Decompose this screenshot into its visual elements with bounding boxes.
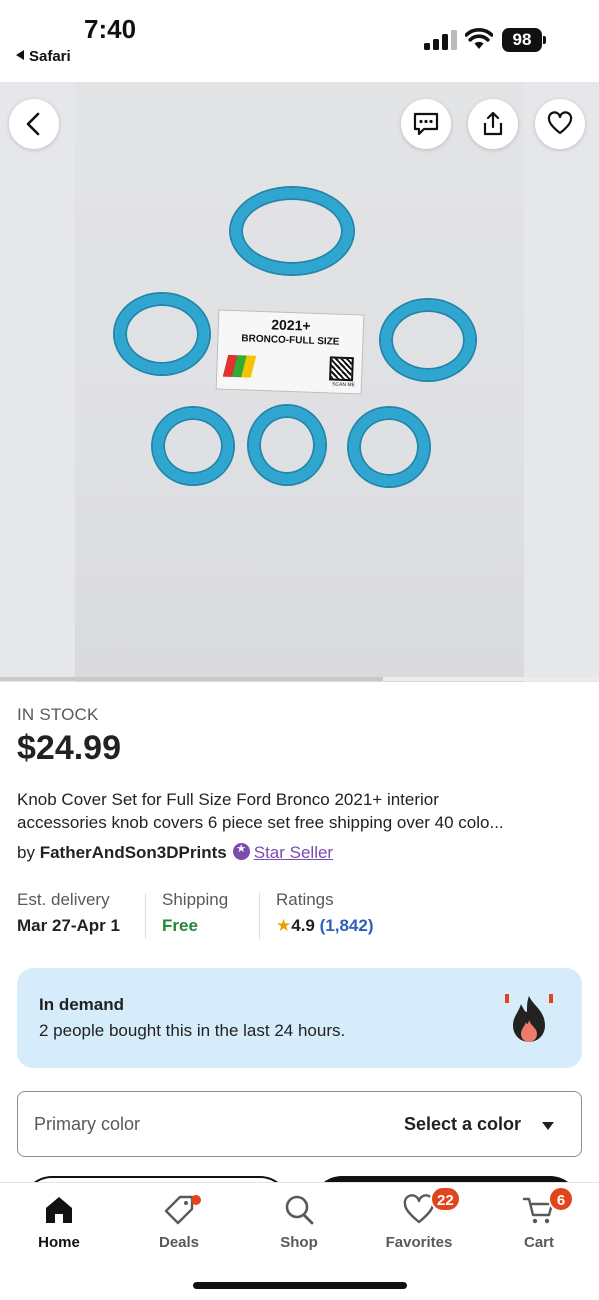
tab-label: Cart [523,1234,554,1251]
delivery-label: Est. delivery [17,890,110,909]
knob-ring [249,406,325,484]
tab-home[interactable]: Home [4,1183,114,1263]
label-card-name: BRONCO-FULL SIZE [241,333,340,348]
label-card-logo [222,354,257,378]
home-indicator [193,1282,407,1289]
shipping-label: Shipping [162,890,229,909]
knob-ring [381,300,475,380]
deals-notification-dot [191,1195,201,1205]
message-icon [413,112,439,136]
knob-ring-large [231,188,353,274]
qr-code-icon [329,356,354,382]
ratings-value-row[interactable]: ★4.9 (1,842) [276,916,374,936]
cellular-signal-icon [424,30,457,50]
back-to-app-link[interactable]: Safari [16,48,71,65]
battery-level: 98 [502,28,542,52]
back-button[interactable] [9,99,59,149]
back-chevron-icon [26,112,40,136]
fire-icon [505,994,553,1042]
heart-icon [547,111,573,135]
divider [259,893,260,939]
knob-ring [153,408,233,484]
rating-star-icon: ★ [276,916,292,935]
delivery-value: Mar 27-Apr 1 [17,916,120,935]
in-demand-banner: In demand 2 people bought this in the la… [17,968,582,1068]
knob-ring [349,408,429,486]
product-image-gallery[interactable]: 2021+ BRONCO-FULL SIZE SCAN ME [0,82,599,682]
battery-indicator: 98 [502,28,546,52]
in-demand-heading: In demand [39,995,125,1014]
seller-row: by FatherAndSon3DPrints Star Seller [17,842,333,863]
gallery-progress-fill [0,677,384,681]
seller-prefix: by [17,843,35,862]
primary-color-select[interactable]: Primary color Select a color [17,1091,582,1157]
product-photo[interactable]: 2021+ BRONCO-FULL SIZE SCAN ME [75,82,524,682]
tab-label: Deals [158,1234,200,1251]
product-label-card: 2021+ BRONCO-FULL SIZE SCAN ME [215,309,365,395]
tab-deals[interactable]: Deals [124,1183,234,1263]
delivery-info: Est. delivery Mar 27-Apr 1 [17,890,120,936]
gallery-progress-bar [0,677,599,681]
tab-shop[interactable]: Shop [244,1183,354,1263]
status-time: 7:40 [84,14,137,44]
ratings-count-link[interactable]: (1,842) [320,916,374,935]
star-seller-icon [232,842,250,860]
label-card-scan: SCAN ME [332,381,355,389]
primary-color-label: Primary color [34,1114,141,1134]
favorite-button[interactable] [535,99,585,149]
tab-label: Home [38,1234,80,1251]
share-button[interactable] [468,99,518,149]
product-price: $24.99 [17,729,121,767]
tab-favorites[interactable]: 22 Favorites [364,1183,474,1263]
back-app-label: Safari [29,48,71,65]
status-bar: 7:40 Safari 98 [0,0,599,82]
primary-color-value: Select a color [403,1114,521,1134]
divider [145,893,146,939]
seller-shop-link[interactable]: FatherAndSon3DPrints [40,843,227,862]
message-seller-button[interactable] [401,99,451,149]
back-triangle-icon [16,50,24,60]
tab-cart[interactable]: 6 Cart [484,1183,594,1263]
knob-ring [115,294,209,374]
tab-label: Favorites [385,1234,453,1251]
shipping-info: Shipping Free [162,890,228,936]
ratings-label: Ratings [276,890,334,909]
cart-count-badge: 6 [548,1186,574,1212]
product-title-line: Knob Cover Set for Full Size Ford Bronco… [17,790,439,809]
wifi-icon [465,28,493,49]
dropdown-caret-icon [542,1122,554,1130]
favorites-count-badge: 22 [430,1186,461,1212]
star-seller-link[interactable]: Star Seller [254,843,333,862]
home-icon [46,1197,72,1223]
product-title: Knob Cover Set for Full Size Ford Bronco… [17,788,587,834]
ratings-info[interactable]: Ratings ★4.9 (1,842) [276,890,374,936]
search-icon [285,1195,314,1225]
tab-label: Shop [280,1234,318,1251]
rating-value: 4.9 [291,916,315,935]
in-demand-text: 2 people bought this in the last 24 hour… [39,1021,346,1040]
stock-status: IN STOCK [17,705,99,724]
shipping-value: Free [162,916,198,935]
product-title-line: accessories knob covers 6 piece set free… [17,813,504,832]
share-icon [483,111,503,136]
